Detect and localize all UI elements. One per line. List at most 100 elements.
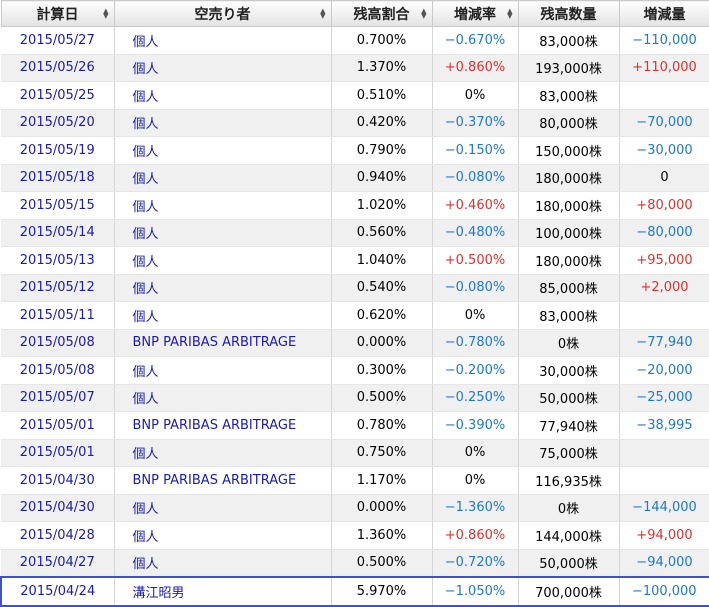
quantity-cell: 85,000株: [518, 274, 620, 302]
column-header-rate[interactable]: 増減率 ▲ ▼: [431, 0, 519, 27]
ratio-cell: 0.540%: [331, 274, 433, 302]
rate-cell: −0.780%: [432, 329, 519, 357]
change-cell: −25,000: [619, 384, 709, 412]
seller-link[interactable]: 個人: [114, 26, 332, 55]
date-cell: 2015/05/08: [1, 329, 115, 357]
column-header-label: 残高割合: [353, 6, 410, 23]
quantity-cell: 80,000株: [518, 109, 620, 137]
rate-cell: −0.150%: [432, 136, 519, 165]
rate-cell: −1.050%: [432, 576, 519, 607]
date-cell: 2015/05/14: [1, 219, 115, 247]
change-cell: +95,000: [619, 246, 709, 275]
seller-link[interactable]: 個人: [114, 81, 332, 110]
seller-link[interactable]: 個人: [114, 521, 332, 550]
seller-link[interactable]: 個人: [114, 549, 332, 578]
quantity-cell: 180,000株: [518, 246, 620, 275]
seller-link[interactable]: 個人: [114, 219, 332, 247]
table-row: 2015/05/14 個人 0.560% −0.480% 100,000株 −80,000: [1, 219, 709, 247]
quantity-cell: 0株: [518, 329, 620, 357]
quantity-cell: 180,000株: [518, 191, 620, 220]
ratio-cell: 0.750%: [331, 439, 433, 467]
rate-cell: 0%: [432, 81, 519, 110]
date-cell: 2015/05/01: [1, 439, 115, 467]
date-cell: 2015/04/24: [0, 576, 115, 607]
seller-link[interactable]: 個人: [114, 384, 332, 412]
table-row: 2015/05/01 個人 0.750% 0% 75,000株: [1, 439, 709, 467]
seller-link[interactable]: BNP PARIBAS ARBITRAGE: [114, 466, 332, 495]
table-row: 2015/04/30 BNP PARIBAS ARBITRAGE 1.170% 0% 1…: [1, 466, 709, 495]
change-cell: −20,000: [619, 356, 709, 385]
seller-link[interactable]: 個人: [114, 439, 332, 467]
seller-link[interactable]: 個人: [114, 494, 332, 522]
rate-cell: +0.860%: [432, 54, 519, 82]
column-header-seller[interactable]: 空売り者 ▲ ▼: [113, 0, 332, 27]
quantity-cell: 83,000株: [518, 81, 620, 110]
change-cell: [619, 301, 709, 330]
ratio-cell: 0.420%: [331, 109, 433, 137]
seller-link[interactable]: BNP PARIBAS ARBITRAGE: [114, 329, 332, 357]
quantity-cell: 50,000株: [518, 549, 620, 578]
seller-link[interactable]: 個人: [114, 136, 332, 165]
table-row: 2015/04/30 個人 0.000% −1.360% 0株 −144,000: [1, 494, 709, 522]
table-row: 2015/05/15 個人 1.020% +0.460% 180,000株 +80,000: [1, 191, 709, 220]
change-cell: +110,000: [619, 54, 709, 82]
column-header-date[interactable]: 計算日 ▲ ▼: [0, 0, 115, 27]
ratio-cell: 0.790%: [331, 136, 433, 165]
seller-link[interactable]: 個人: [114, 54, 332, 82]
date-cell: 2015/04/28: [1, 521, 115, 550]
rate-cell: −0.200%: [432, 356, 519, 385]
seller-link[interactable]: 個人: [114, 274, 332, 302]
change-cell: −77,940: [619, 329, 709, 357]
date-cell: 2015/05/19: [1, 136, 115, 165]
quantity-cell: 50,000株: [518, 384, 620, 412]
date-cell: 2015/05/12: [1, 274, 115, 302]
ratio-cell: 1.370%: [331, 54, 433, 82]
change-cell: −100,000: [619, 576, 709, 607]
change-cell: −70,000: [619, 109, 709, 137]
sort-arrows-icon[interactable]: ▲ ▼: [320, 8, 325, 20]
seller-link[interactable]: 個人: [114, 164, 332, 192]
date-cell: 2015/05/18: [1, 164, 115, 192]
seller-link[interactable]: 溝江昭男: [114, 576, 332, 607]
rate-cell: −1.360%: [432, 494, 519, 522]
column-header-label: 増減量: [643, 6, 686, 23]
quantity-cell: 116,935株: [518, 466, 620, 495]
table-row: 2015/05/18 個人 0.940% −0.080% 180,000株 0: [1, 164, 709, 192]
date-cell: 2015/05/01: [1, 411, 115, 440]
ratio-cell: 0.510%: [331, 81, 433, 110]
seller-link[interactable]: BNP PARIBAS ARBITRAGE: [114, 411, 332, 440]
seller-link[interactable]: 個人: [114, 356, 332, 385]
ratio-cell: 0.940%: [331, 164, 433, 192]
sort-arrows-icon[interactable]: ▲ ▼: [103, 8, 108, 20]
rate-cell: −0.080%: [432, 274, 519, 302]
rate-cell: −0.480%: [432, 219, 519, 247]
change-cell: 0: [619, 164, 709, 192]
ratio-cell: 5.970%: [331, 576, 433, 607]
seller-link[interactable]: 個人: [114, 246, 332, 275]
table-row: 2015/04/27 個人 0.500% −0.720% 50,000株 −94,000: [1, 549, 709, 578]
seller-link[interactable]: 個人: [114, 191, 332, 220]
rate-cell: −0.720%: [432, 549, 519, 578]
rate-cell: −0.670%: [432, 26, 519, 55]
date-cell: 2015/05/08: [1, 356, 115, 385]
rate-cell: −0.250%: [432, 384, 519, 412]
rate-cell: +0.460%: [432, 191, 519, 220]
ratio-cell: 0.000%: [331, 494, 433, 522]
ratio-cell: 1.020%: [331, 191, 433, 220]
date-cell: 2015/05/15: [1, 191, 115, 220]
seller-link[interactable]: 個人: [114, 301, 332, 330]
table-row: 2015/05/25 個人 0.510% 0% 83,000株: [1, 81, 709, 110]
date-cell: 2015/05/25: [1, 81, 115, 110]
seller-link[interactable]: 個人: [114, 109, 332, 137]
column-header-label: 増減率: [454, 6, 496, 23]
rate-cell: 0%: [432, 439, 519, 467]
ratio-cell: 0.300%: [331, 356, 433, 385]
rate-cell: +0.500%: [432, 246, 519, 275]
column-header-ratio[interactable]: 残高割合 ▲ ▼: [330, 0, 433, 27]
sort-arrows-icon[interactable]: ▲ ▼: [421, 8, 426, 20]
ratio-cell: 0.560%: [331, 219, 433, 247]
table-row: 2015/04/24 溝江昭男 5.970% −1.050% 700,000株 −100,…: [0, 576, 709, 607]
sort-arrows-icon[interactable]: ▲ ▼: [507, 8, 512, 20]
table-row: 2015/04/28 個人 1.360% +0.860% 144,000株 +94,000: [1, 521, 709, 550]
quantity-cell: 77,940株: [518, 411, 620, 440]
